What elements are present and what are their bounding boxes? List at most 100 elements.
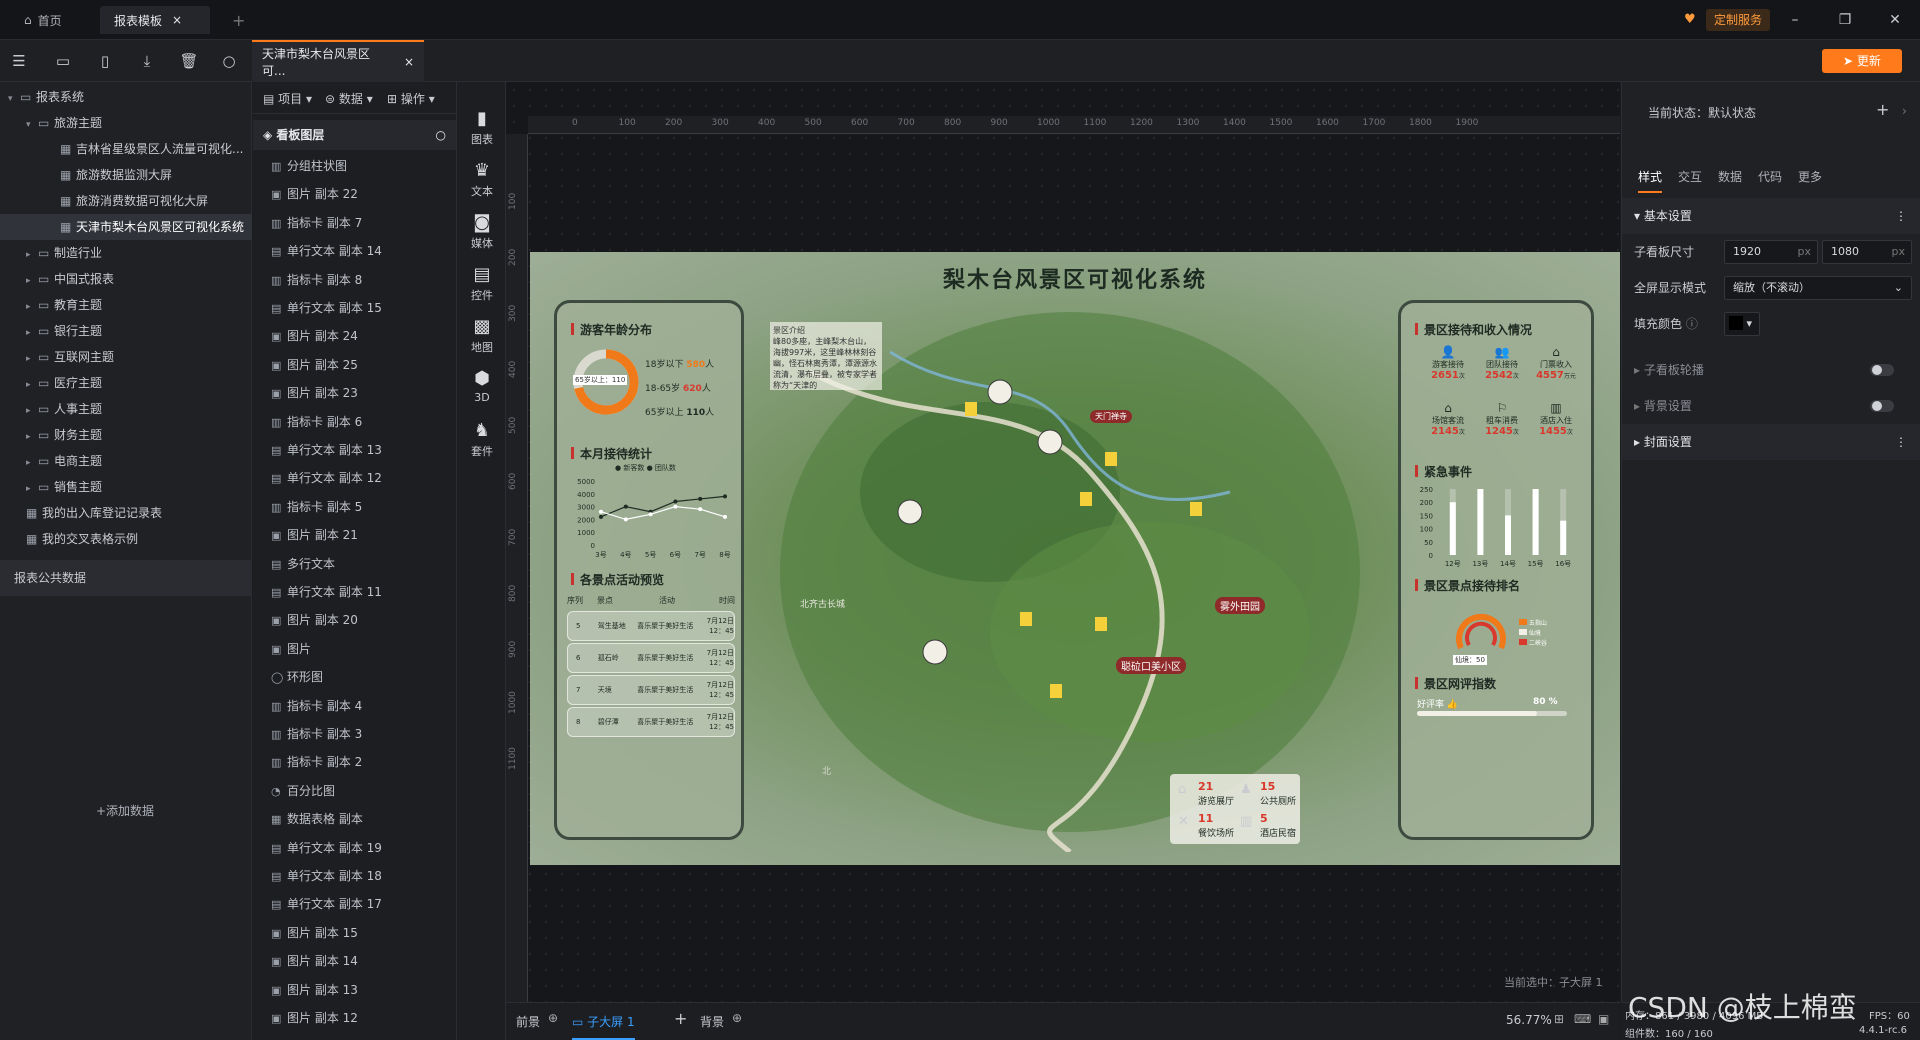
layer-item[interactable]: ▤ 单行文本 副本 15 xyxy=(253,294,456,322)
tree-item[interactable]: ▦ 我的交叉表格示例 xyxy=(0,526,252,552)
search-icon[interactable]: ○ xyxy=(218,50,240,72)
tree-folder[interactable]: ▸ ▭ 财务主题 xyxy=(0,422,252,448)
layer-item[interactable]: ▥ 指标卡 副本 5 xyxy=(253,493,456,521)
layer-item[interactable]: ▦ 数据表格 副本 xyxy=(253,805,456,833)
new-file-icon[interactable]: ▯ xyxy=(94,50,116,72)
data-menu[interactable]: ⊜ 数据 ▾ xyxy=(325,90,373,107)
layer-item[interactable]: ▣ 图片 副本 15 xyxy=(253,919,456,947)
tree-item-selected[interactable]: ▦ 天津市梨木台风景区可视化系统 xyxy=(0,214,252,240)
tree-root[interactable]: ▾ ▭ 报表系统 xyxy=(0,84,252,110)
component-media[interactable]: ◙ 媒体 xyxy=(457,212,507,251)
carousel-toggle[interactable] xyxy=(1870,364,1894,376)
layer-item[interactable]: ◔ 百分比图 xyxy=(253,777,456,805)
new-tab-button[interactable]: + xyxy=(218,6,259,34)
fullscreen-select[interactable]: 缩放（不滚动） ⌄ xyxy=(1724,276,1912,300)
help-icon[interactable]: ⓘ xyxy=(1686,317,1698,331)
tree-folder[interactable]: ▸ ▭ 中国式报表 xyxy=(0,266,252,292)
more-icon[interactable]: ⋮ xyxy=(1895,424,1907,460)
custom-service-button[interactable]: 定制服务 xyxy=(1706,9,1771,31)
tab-code[interactable]: 代码 xyxy=(1758,168,1782,185)
layer-item[interactable]: ▣ 图片 副本 25 xyxy=(253,351,456,379)
layer-item[interactable]: ▣ 图片 副本 13 xyxy=(253,976,456,1004)
layer-item[interactable]: ▣ 图片 副本 12 xyxy=(253,1004,456,1032)
component-kit[interactable]: ♞ 套件 xyxy=(457,420,507,459)
layer-item[interactable]: ▥ 指标卡 副本 7 xyxy=(253,209,456,237)
height-input[interactable]: 1080 px xyxy=(1822,240,1912,264)
add-state-icon[interactable]: + xyxy=(1876,100,1889,119)
component-control[interactable]: ▤ 控件 xyxy=(457,264,507,303)
new-folder-icon[interactable]: ▭ xyxy=(52,50,74,72)
fill-color-picker[interactable]: ▾ xyxy=(1724,312,1760,336)
layer-item[interactable]: ▤ 单行文本 副本 14 xyxy=(253,237,456,265)
layer-item[interactable]: ▥ 指标卡 副本 8 xyxy=(253,266,456,294)
chevron-right-icon[interactable]: › xyxy=(1902,104,1907,118)
tab-interaction[interactable]: 交互 xyxy=(1678,168,1702,185)
layer-item[interactable]: ▤ 单行文本 副本 17 xyxy=(253,890,456,918)
keyboard-icon[interactable]: ⌨ xyxy=(1574,1012,1591,1026)
layer-item[interactable]: ▤ 单行文本 副本 13 xyxy=(253,436,456,464)
zoom-level[interactable]: 56.77% xyxy=(1506,1013,1552,1027)
layer-item[interactable]: ▣ 图片 xyxy=(253,635,456,663)
layer-item[interactable]: ▤ 单行文本 副本 18 xyxy=(253,862,456,890)
layer-item[interactable]: ▣ 图片 副本 20 xyxy=(253,606,456,634)
layer-item[interactable]: ▥ 指标卡 副本 4 xyxy=(253,692,456,720)
layer-item[interactable]: ▥ 指标卡 副本 3 xyxy=(253,720,456,748)
layer-item[interactable]: ▤ 单行文本 副本 19 xyxy=(253,834,456,862)
tree-folder[interactable]: ▸ ▭ 电商主题 xyxy=(0,448,252,474)
more-icon[interactable]: ⋮ xyxy=(1895,198,1907,234)
shared-data-header[interactable]: 报表公共数据 xyxy=(0,560,252,596)
search-icon[interactable]: ○ xyxy=(436,120,446,150)
layer-item[interactable]: ▣ 图片 副本 24 xyxy=(253,322,456,350)
tab-more[interactable]: 更多 xyxy=(1798,168,1822,185)
close-icon[interactable]: × xyxy=(172,13,182,27)
background-toggle[interactable] xyxy=(1870,400,1894,412)
tab-background[interactable]: 背景 xyxy=(700,1013,724,1030)
tree-item[interactable]: ▦ 我的出入库登记记录表 xyxy=(0,500,252,526)
component-3d[interactable]: ⬢ 3D xyxy=(457,368,507,404)
delete-icon[interactable]: 🗑 xyxy=(178,50,200,72)
layer-item[interactable]: ◯ 环形图 xyxy=(253,663,456,691)
tab-home[interactable]: ⌂ 首页 xyxy=(10,6,76,34)
layer-item[interactable]: ▤ 单行文本 副本 12 xyxy=(253,464,456,492)
tab-style[interactable]: 样式 xyxy=(1638,168,1663,193)
download-icon[interactable]: ⤓ xyxy=(136,50,158,72)
add-icon[interactable]: ⊕ xyxy=(548,1011,558,1025)
tree-folder[interactable]: ▸ ▭ 制造行业 xyxy=(0,240,252,266)
layer-item[interactable]: ▤ 单行文本 副本 11 xyxy=(253,578,456,606)
tree-folder[interactable]: ▸ ▭ 互联网主题 xyxy=(0,344,252,370)
section-cover[interactable]: ▸ 封面设置 ⋮ xyxy=(1622,424,1920,460)
layer-item[interactable]: ▥ 指标卡 副本 6 xyxy=(253,408,456,436)
dashboard-screen[interactable]: 梨木台风景区可视化系统 景区介绍 峰80多座，主峰梨木台山，海拔997米，这里峰… xyxy=(530,252,1620,865)
section-basic[interactable]: ▾ 基本设置 ⋮ xyxy=(1622,198,1920,234)
update-button[interactable]: ➤ 更新 xyxy=(1822,49,1902,73)
tree-folder[interactable]: ▸ ▭ 银行主题 xyxy=(0,318,252,344)
fit-screen-icon[interactable]: ⊞ xyxy=(1554,1012,1564,1026)
tree-item[interactable]: ▦ 旅游消费数据可视化大屏 xyxy=(0,188,252,214)
tree-folder[interactable]: ▸ ▭ 人事主题 xyxy=(0,396,252,422)
terminal-icon[interactable]: ▣ xyxy=(1598,1012,1609,1026)
layer-item[interactable]: ▣ 图片 副本 22 xyxy=(253,180,456,208)
tree-folder-tourism[interactable]: ▾ ▭ 旅游主题 xyxy=(0,110,252,136)
tree-folder[interactable]: ▸ ▭ 医疗主题 xyxy=(0,370,252,396)
tree-item[interactable]: ▦ 旅游数据监测大屏 xyxy=(0,162,252,188)
restore-icon[interactable]: ❐ xyxy=(1833,8,1857,32)
layer-item[interactable]: ▣ 图片 副本 21 xyxy=(253,521,456,549)
window-close-icon[interactable]: ✕ xyxy=(1883,8,1907,32)
project-menu[interactable]: ▤ 项目 ▾ xyxy=(263,90,312,107)
plus-icon[interactable]: + xyxy=(674,1009,687,1028)
tab-data[interactable]: 数据 xyxy=(1718,168,1742,185)
component-text[interactable]: ♛ 文本 xyxy=(457,160,507,199)
close-icon[interactable]: × xyxy=(404,55,414,69)
add-icon[interactable]: ⊕ xyxy=(732,1011,742,1025)
tab-report-template[interactable]: 报表模板 × xyxy=(100,6,210,34)
document-tab[interactable]: 天津市梨木台风景区可... × xyxy=(252,40,424,82)
tab-foreground[interactable]: 前景 xyxy=(516,1013,540,1030)
tab-sub-screen[interactable]: ▭ 子大屏 1 xyxy=(572,1013,635,1040)
width-input[interactable]: 1920 px xyxy=(1724,240,1818,264)
component-chart[interactable]: ▮ 图表 xyxy=(457,108,507,147)
tree-folder[interactable]: ▸ ▭ 销售主题 xyxy=(0,474,252,500)
menu-icon[interactable]: ☰ xyxy=(8,50,30,72)
layer-item[interactable]: ▥ 指标卡 副本 2 xyxy=(253,748,456,776)
layer-item[interactable]: ▣ 图片 副本 14 xyxy=(253,947,456,975)
layer-item[interactable]: ▥ 分组柱状图 xyxy=(253,152,456,180)
